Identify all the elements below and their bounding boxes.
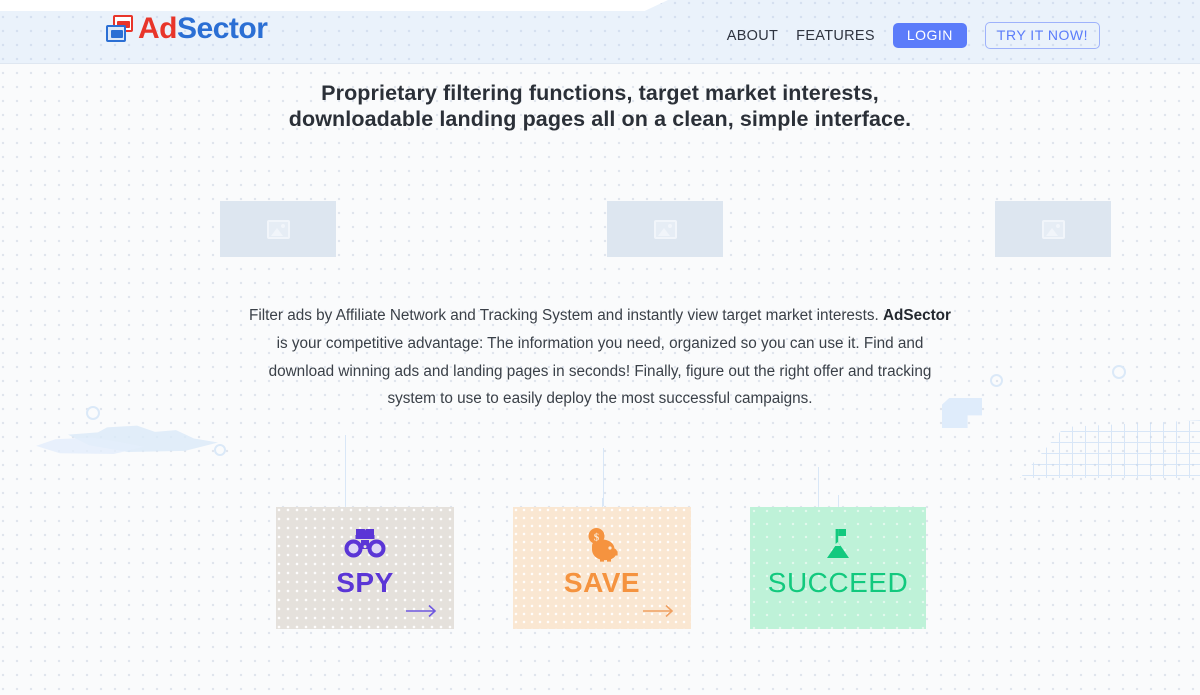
- nav-features[interactable]: FEATURES: [796, 28, 875, 44]
- card-spy[interactable]: SPY: [276, 507, 454, 629]
- svg-text:$: $: [594, 531, 600, 543]
- image-placeholder-1: [220, 201, 336, 257]
- decorative-connector-line-2: [603, 448, 604, 506]
- body-line-2: is your competitive advantage: The infor…: [268, 334, 932, 408]
- decorative-cloud-left-small: [36, 437, 144, 454]
- decorative-ring-4: [1112, 365, 1126, 379]
- headline-line-1: Proprietary filtering functions, target …: [321, 81, 879, 105]
- decorative-connector-line-4: [818, 467, 819, 507]
- page-headline: Proprietary filtering functions, target …: [0, 80, 1200, 132]
- dual-window-icon: [106, 14, 134, 44]
- decorative-ring-2: [214, 444, 226, 456]
- card-spy-label: SPY: [336, 567, 394, 598]
- logo-text-ad: Ad: [138, 12, 178, 45]
- header-top-notch: [0, 0, 668, 11]
- body-paragraph: Filter ads by Affiliate Network and Trac…: [248, 302, 952, 413]
- piggy-bank-icon: $: [513, 525, 691, 565]
- decorative-ring-3: [990, 374, 1003, 387]
- logo-text: AdSector: [138, 12, 268, 45]
- broken-image-icon: [1041, 219, 1065, 239]
- decorative-cloud-left: [68, 425, 218, 452]
- decorative-connector-line-1: [345, 435, 346, 507]
- card-save[interactable]: $ SAVE: [513, 507, 691, 629]
- login-button[interactable]: LOGIN: [892, 23, 967, 48]
- body-line-1: Filter ads by Affiliate Network and Trac…: [249, 307, 879, 324]
- landing-page: AdSector ABOUT FEATURES LOGIN TRY IT NOW…: [0, 0, 1200, 695]
- decorative-ring-1: [86, 406, 100, 420]
- broken-image-icon: [653, 219, 677, 239]
- card-spy-arrow-icon[interactable]: [402, 599, 442, 623]
- try-it-now-button[interactable]: TRY IT NOW!: [984, 22, 1100, 49]
- summit-flag-icon: [750, 525, 926, 565]
- card-save-arrow-icon[interactable]: [639, 599, 679, 623]
- image-placeholder-2: [607, 201, 723, 257]
- main-navigation: ABOUT FEATURES LOGIN TRY IT NOW!: [727, 22, 1100, 49]
- body-brand-name: AdSector: [882, 307, 951, 324]
- card-save-label: SAVE: [563, 567, 641, 598]
- decorative-connector-line-5: [838, 495, 839, 507]
- binoculars-icon: [276, 525, 454, 565]
- card-succeed[interactable]: SUCCEED: [750, 507, 926, 629]
- card-succeed-label: SUCCEED: [767, 567, 909, 598]
- broken-image-icon: [266, 219, 290, 239]
- nav-about[interactable]: ABOUT: [727, 28, 778, 44]
- headline-line-2: downloadable landing pages all on a clea…: [288, 107, 912, 132]
- image-placeholder-3: [995, 201, 1111, 257]
- decorative-grid-right: [1020, 420, 1200, 478]
- logo[interactable]: AdSector: [106, 12, 268, 45]
- logo-text-sector: Sector: [177, 12, 268, 45]
